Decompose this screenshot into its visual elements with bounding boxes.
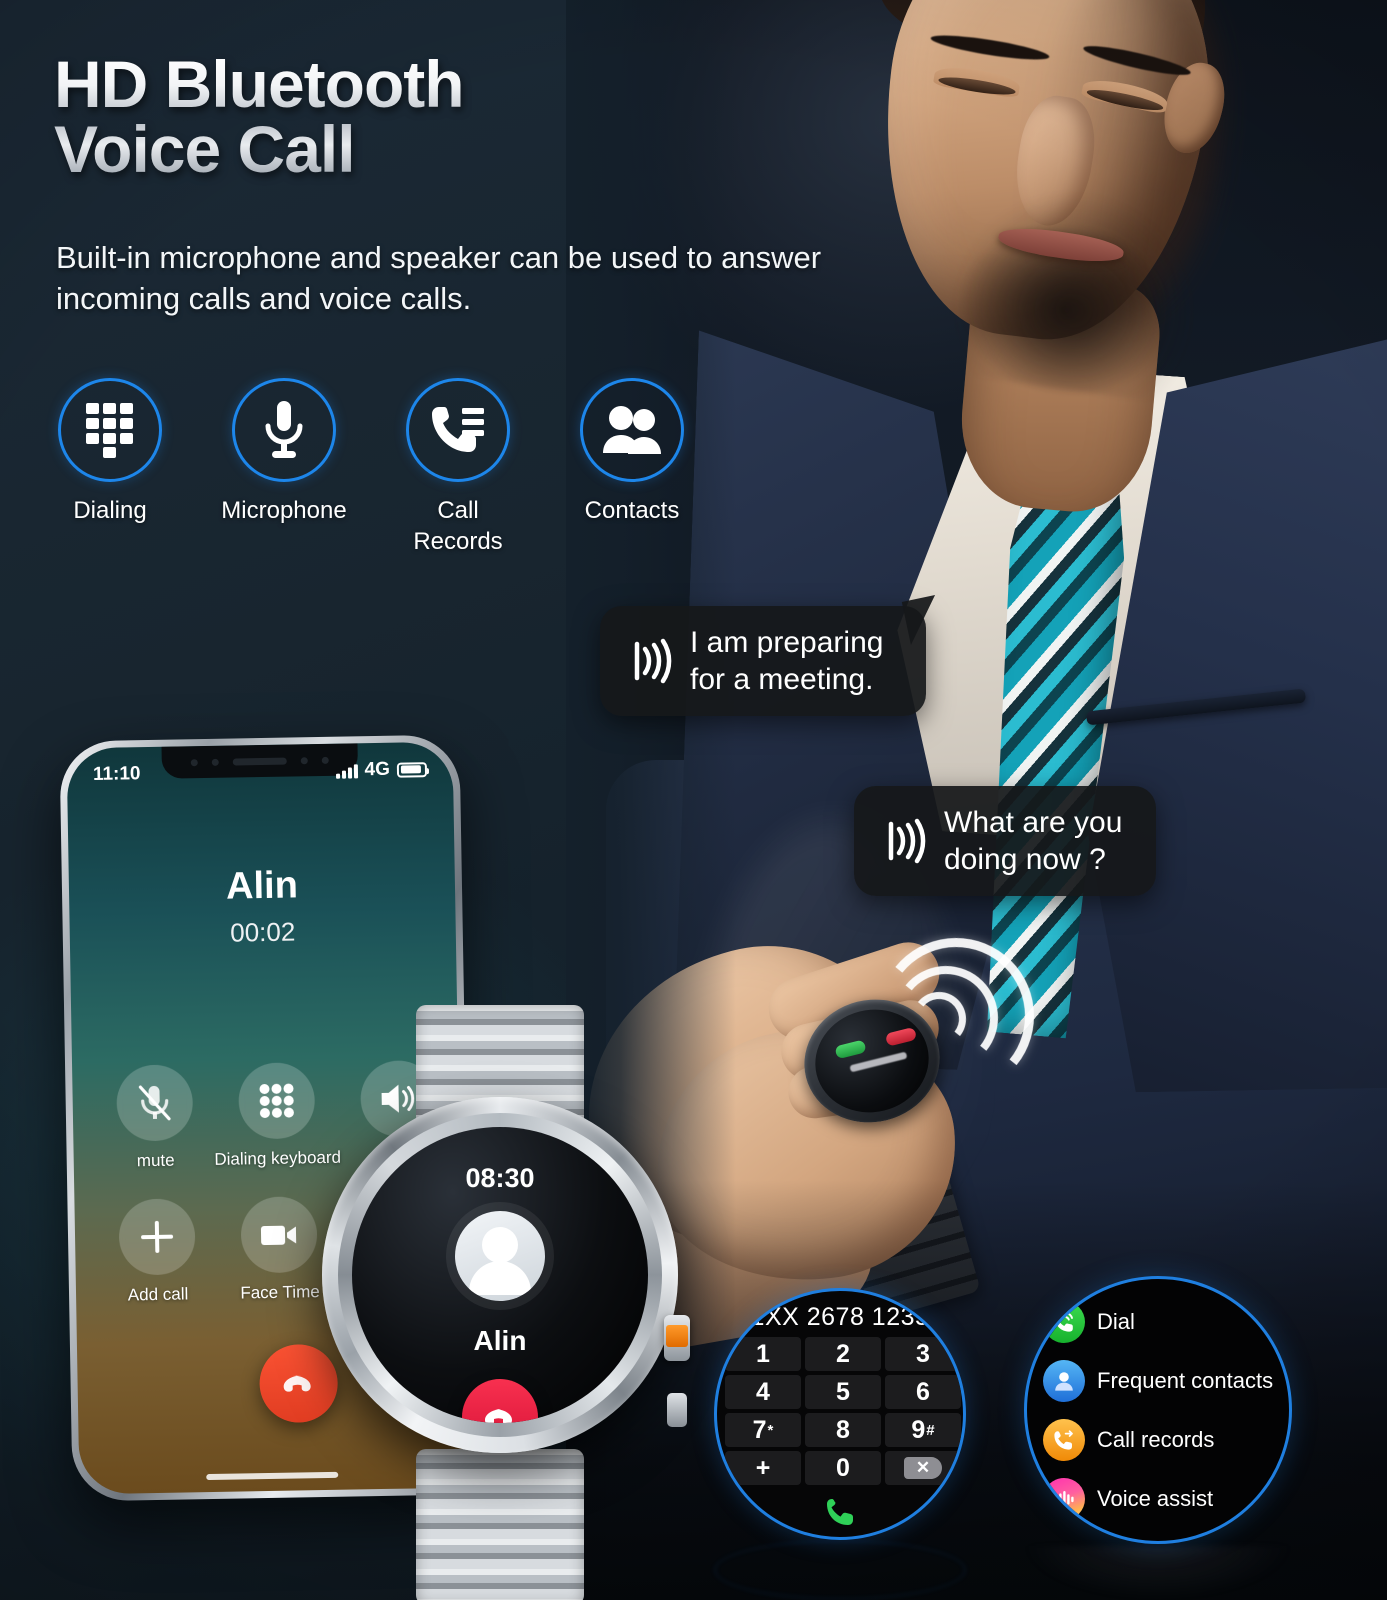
dialpad-key-9[interactable]: 9 # (885, 1413, 961, 1447)
key-label: + (755, 1453, 771, 1482)
phone-status-bar: 11:10 4G (67, 758, 453, 787)
menu-item-label: Call records (1097, 1427, 1215, 1452)
watch-phone-menu-screen: Dial Frequent contacts Call records Voic… (1024, 1276, 1292, 1544)
watch-side-button[interactable] (667, 1393, 687, 1427)
watch-caller-name: Alin (473, 1325, 527, 1356)
watch-dialpad-screen: 1XX 2678 1235 1 2 3 4 5 6 7 * 8 9 # + 0 ✕ (714, 1288, 966, 1540)
feature-call-records[interactable]: Call Records (404, 378, 512, 557)
menu-item-label: Dial (1097, 1309, 1135, 1334)
signal-bars-icon (336, 763, 358, 779)
menu-item-label: Frequent contacts (1097, 1368, 1274, 1393)
key-label: 2 (836, 1339, 850, 1368)
feature-icon-ring (232, 378, 336, 482)
key-label: 6 (916, 1377, 930, 1406)
dialed-number: 1XX 2678 1235 (750, 1303, 930, 1331)
backspace-icon: ✕ (904, 1457, 942, 1479)
watch-case: 08:30 Alin (322, 1097, 690, 1453)
dialpad-key-delete[interactable]: ✕ (885, 1451, 961, 1485)
plus-icon (141, 1220, 174, 1253)
sound-wave-icon (626, 638, 672, 684)
bubble-text: What are you doing now ? (944, 806, 1123, 877)
key-label: 0 (836, 1453, 850, 1482)
dialpad-key-0[interactable]: 0 (805, 1451, 881, 1485)
watch-time: 08:30 (465, 1163, 535, 1193)
watch-screen: 08:30 Alin (352, 1127, 648, 1423)
dialpad-icon (259, 1083, 294, 1119)
dialpad-key-7[interactable]: 7 * (725, 1413, 801, 1447)
menu-reflection (1024, 1546, 1292, 1600)
feature-microphone[interactable]: Microphone (221, 378, 347, 557)
status-time: 11:10 (92, 763, 141, 785)
dialpad-call-button[interactable] (717, 1497, 963, 1527)
title-line-2: Voice Call (54, 111, 355, 186)
contact-icon (1043, 1360, 1085, 1402)
feature-label: Dialing (73, 497, 147, 524)
call-records-icon (1043, 1419, 1085, 1461)
feature-icon-ring (406, 378, 510, 482)
key-label: 8 (836, 1415, 850, 1444)
control-label: mute (136, 1150, 175, 1171)
key-label: 5 (836, 1377, 850, 1406)
mic-off-icon (138, 1085, 171, 1121)
control-circle (116, 1064, 194, 1142)
page-title: HD Bluetooth Voice Call (54, 52, 754, 181)
watch-hangup-button[interactable] (462, 1379, 538, 1423)
dialpad-key-5[interactable]: 5 (805, 1375, 881, 1409)
page-subtitle: Built-in microphone and speaker can be u… (56, 240, 822, 316)
dialpad-reflection (714, 1540, 966, 1600)
key-label: 3 (916, 1339, 930, 1368)
watch-caller-avatar (455, 1211, 545, 1301)
watch-crown-button[interactable] (664, 1315, 690, 1361)
dialpad-key-8[interactable]: 8 (805, 1413, 881, 1447)
sound-wave-icon (880, 818, 926, 864)
hangup-icon (485, 1409, 512, 1423)
dialpad-key-4[interactable]: 4 (725, 1375, 801, 1409)
key-label: 9 (911, 1415, 926, 1444)
feature-label: Microphone (221, 497, 347, 524)
dialpad-keys: 1 2 3 4 5 6 7 * 8 9 # + 0 ✕ (725, 1337, 961, 1485)
speech-bubble-watch-reply: I am preparing for a meeting. (600, 606, 926, 717)
promo-banner: HD Bluetooth Voice Call Built-in microph… (0, 0, 1387, 1600)
contacts-icon (603, 406, 661, 454)
watch-band-bottom (416, 1449, 584, 1600)
control-label: Add call (127, 1284, 189, 1305)
bubble-text: I am preparing for a meeting. (690, 626, 884, 697)
title-line-1: HD Bluetooth (54, 47, 464, 121)
microphone-icon (265, 401, 303, 458)
smartwatch-mockup: 08:30 Alin (300, 1005, 700, 1600)
call-records-icon (432, 407, 484, 452)
dialpad-key-3[interactable]: 3 (885, 1337, 961, 1371)
dialpad-key-2[interactable]: 2 (805, 1337, 881, 1371)
speech-bubble-user-question: What are you doing now ? (854, 786, 1156, 897)
phone-control-mute[interactable]: mute (112, 1064, 198, 1171)
feature-label: Call Records (413, 497, 503, 555)
control-circle (118, 1198, 196, 1276)
phone-control-add-call[interactable]: Add call (114, 1198, 200, 1305)
key-label: 7 (752, 1415, 767, 1444)
feature-contacts[interactable]: Contacts (578, 378, 686, 557)
dialpad-icon (86, 403, 133, 458)
dialpad-key-plus[interactable]: + (725, 1451, 801, 1485)
feature-dialing[interactable]: Dialing (56, 378, 164, 557)
phone-call-duration: 00:02 (229, 916, 296, 948)
dialpad-key-1[interactable]: 1 (725, 1337, 801, 1371)
key-label: 1 (756, 1339, 770, 1368)
key-sup: # (926, 1421, 935, 1439)
feature-label: Contacts (584, 497, 680, 524)
feature-list: Dialing Microphone Call Records Contacts (56, 378, 686, 557)
battery-icon (396, 761, 428, 778)
video-camera-icon (260, 1225, 297, 1246)
feature-icon-ring (580, 378, 684, 482)
feature-icon-ring (58, 378, 162, 482)
key-label: 4 (756, 1377, 770, 1406)
menu-item-call-records[interactable]: Call records (1043, 1419, 1289, 1461)
dialpad-key-6[interactable]: 6 (885, 1375, 961, 1409)
phone-caller-name: Alin (225, 864, 299, 908)
key-sup: * (767, 1421, 774, 1439)
menu-item-frequent-contacts[interactable]: Frequent contacts (1043, 1360, 1289, 1402)
phone-handset-icon (827, 1499, 853, 1525)
network-type: 4G (364, 758, 391, 781)
menu-item-label: Voice assist (1097, 1486, 1214, 1511)
